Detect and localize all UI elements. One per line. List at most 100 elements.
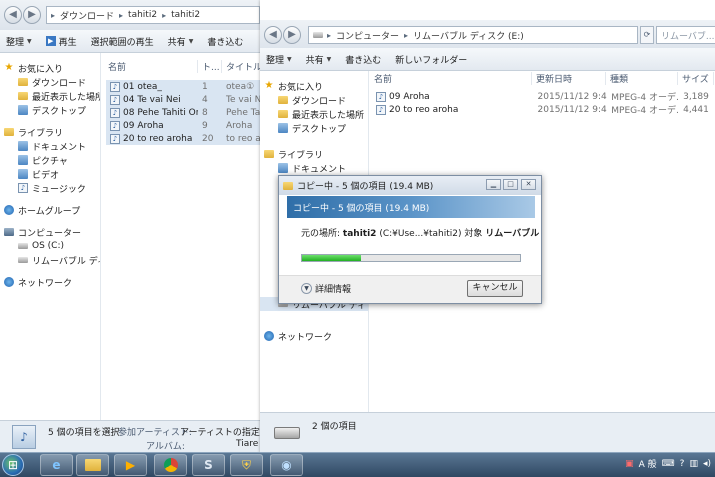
file-row[interactable]: ♪ 20 to reo aroha 2015/11/12 9:40 MPEG-4 … bbox=[372, 103, 715, 116]
column-name[interactable]: 名前 bbox=[104, 59, 198, 73]
forward-button[interactable]: ▶ bbox=[283, 26, 301, 44]
nav-network[interactable]: ネットワーク bbox=[260, 329, 332, 343]
nav-item-documents[interactable]: ドキュメント bbox=[0, 139, 100, 153]
album-value[interactable]: Tiare bbox=[236, 439, 258, 449]
file-row[interactable]: ♪ 09 Aroha 9 Aroha bbox=[106, 119, 262, 132]
nav-computer[interactable]: コンピューター bbox=[0, 225, 100, 239]
nav-favorites[interactable]: ★ お気に入り bbox=[260, 79, 368, 93]
minimize-button[interactable]: ▁ bbox=[486, 179, 501, 190]
file-row[interactable]: ♪ 20 to reo aroha 20 to reo ar bbox=[106, 132, 262, 145]
volume-icon[interactable]: ◂) bbox=[703, 459, 711, 469]
column-modified[interactable]: 更新日時 bbox=[532, 71, 606, 85]
back-button[interactable]: ◀ bbox=[264, 26, 282, 44]
dialog-footer: ▼ 詳細情報 キャンセル bbox=[279, 275, 541, 303]
taskbar-chrome[interactable] bbox=[154, 454, 187, 476]
left-column-headers: 名前 ト... タイトル bbox=[104, 58, 262, 74]
to-name[interactable]: リムーバブル デ... bbox=[485, 229, 541, 239]
back-button[interactable]: ◀ bbox=[4, 6, 22, 24]
nav-item-videos[interactable]: ビデオ bbox=[0, 167, 100, 181]
nav-homegroup[interactable]: ホームグループ bbox=[0, 203, 100, 217]
new-folder-button[interactable]: 新しいフォルダー bbox=[395, 53, 467, 66]
taskbar-internet-explorer[interactable]: e bbox=[40, 454, 73, 476]
burn-button[interactable]: 書き込む bbox=[207, 35, 243, 48]
file-row[interactable]: ♪08 Pehe Tahiti Ora 8 Pehe Tahiti bbox=[106, 106, 262, 119]
file-title: otea① bbox=[226, 81, 255, 92]
search-box[interactable]: リムーバブ... bbox=[656, 26, 715, 44]
file-name: 09 Aroha bbox=[123, 120, 164, 131]
ime-indicator[interactable]: A 般 bbox=[639, 457, 657, 470]
taskbar-security-center[interactable]: ⛨ bbox=[230, 454, 263, 476]
more-details-toggle[interactable]: ▼ 詳細情報 bbox=[301, 282, 351, 295]
from-name[interactable]: tahiti2 bbox=[343, 229, 377, 239]
column-size[interactable]: サイズ bbox=[678, 71, 714, 85]
breadcrumb-downloads[interactable]: ダウンロード bbox=[60, 9, 114, 22]
nav-favorites-label: お気に入り bbox=[278, 82, 324, 93]
file-track: 9 bbox=[202, 120, 208, 131]
file-name: 20 to reo aroha bbox=[389, 104, 459, 115]
nav-item-downloads[interactable]: ダウンロード bbox=[260, 93, 368, 107]
forward-button[interactable]: ▶ bbox=[23, 6, 41, 24]
nav-favorites[interactable]: ★ お気に入り bbox=[0, 61, 100, 75]
taskbar-media-player[interactable]: ▶ bbox=[114, 454, 147, 476]
copy-source-target: 元の場所: tahiti2 (C:¥Use...¥tahiti2) 対象 リムー… bbox=[301, 226, 541, 239]
audio-file-icon: ♪ bbox=[110, 133, 120, 144]
taskbar-copy-progress[interactable]: ◉ bbox=[270, 454, 303, 476]
right-details-pane: 2 個の項目 bbox=[260, 412, 715, 453]
nav-item-music[interactable]: ♪ ミュージック bbox=[0, 181, 100, 195]
nav-item-pictures[interactable]: ピクチャ bbox=[0, 153, 100, 167]
nav-item-removable-disk[interactable]: リムーバブル ディ bbox=[0, 253, 100, 267]
nav-item-recent-places[interactable]: 最近表示した場所 bbox=[0, 89, 100, 103]
dropdown-arrow-icon: ▼ bbox=[188, 37, 194, 45]
play-selection-button[interactable]: 選択範囲の再生 bbox=[91, 35, 154, 48]
column-name[interactable]: 名前 bbox=[370, 71, 532, 85]
nav-libraries[interactable]: ライブラリ bbox=[0, 125, 100, 139]
breadcrumb-removable-disk[interactable]: リムーバブル ディスク (E:) bbox=[413, 29, 524, 42]
close-button[interactable]: ✕ bbox=[521, 179, 536, 190]
share-button[interactable]: 共有 ▼ bbox=[168, 35, 194, 48]
left-toolbar: 整理 ▼ ▶ 再生 選択範囲の再生 共有 ▼ 書き込む bbox=[0, 30, 262, 53]
left-breadcrumb[interactable]: ▸ ダウンロード ▸ tahiti2 ▸ tahiti2 bbox=[46, 6, 260, 24]
breadcrumb-tahiti2-sub[interactable]: tahiti2 bbox=[171, 10, 200, 20]
start-button[interactable]: ⊞ bbox=[2, 454, 24, 476]
cancel-button[interactable]: キャンセル bbox=[467, 280, 523, 297]
nav-item-downloads[interactable]: ダウンロード bbox=[0, 75, 100, 89]
nav-label: 最近表示した場所 bbox=[292, 110, 365, 121]
share-button[interactable]: 共有 ▼ bbox=[306, 53, 332, 66]
nav-item-os-c[interactable]: OS (C:) bbox=[0, 239, 100, 253]
column-title[interactable]: タイトル bbox=[222, 59, 262, 73]
nav-item-recent-places[interactable]: 最近表示した場所 bbox=[260, 107, 368, 121]
nav-label: デスクトップ bbox=[292, 124, 347, 135]
burn-label: 書き込む bbox=[207, 37, 244, 48]
nav-item-desktop[interactable]: デスクトップ bbox=[0, 103, 100, 117]
taskbar-app-s[interactable]: S bbox=[192, 454, 225, 476]
breadcrumb-tahiti2[interactable]: tahiti2 bbox=[128, 10, 157, 20]
file-name-cell: ♪ 20 to reo aroha bbox=[106, 133, 198, 144]
play-selection-label: 選択範囲の再生 bbox=[90, 37, 154, 48]
file-row[interactable]: ♪04 Te vai Nei 4 Te vai Nei bbox=[106, 93, 262, 106]
column-type[interactable]: 種類 bbox=[606, 71, 678, 85]
nav-item-desktop[interactable]: デスクトップ bbox=[260, 121, 368, 135]
taskbar-file-explorer[interactable] bbox=[76, 454, 109, 476]
burn-button[interactable]: 書き込む bbox=[345, 53, 381, 66]
maximize-button[interactable]: □ bbox=[503, 179, 518, 190]
file-row[interactable]: ♪ 09 Aroha 2015/11/12 9:42 MPEG-4 オーデ... … bbox=[372, 90, 715, 103]
nav-libraries[interactable]: ライブラリ bbox=[260, 147, 368, 161]
nav-item-documents[interactable]: ドキュメント bbox=[260, 161, 368, 175]
left-explorer-window: ◀ ▶ ▸ ダウンロード ▸ tahiti2 ▸ tahiti2 整理 ▼ ▶ 再生… bbox=[0, 0, 262, 453]
organize-button[interactable]: 整理 ▼ bbox=[6, 35, 32, 48]
notification-icon[interactable]: ▣ bbox=[625, 459, 634, 469]
drive-icon bbox=[18, 257, 28, 263]
breadcrumb-computer[interactable]: コンピューター bbox=[336, 29, 399, 42]
file-row[interactable]: ♪ 01 otea_ 1 otea① bbox=[106, 80, 262, 93]
play-button[interactable]: ▶ 再生 bbox=[45, 35, 77, 48]
artist-value[interactable]: アーティストの指定 bbox=[180, 425, 260, 438]
nav-network[interactable]: ネットワーク bbox=[0, 275, 100, 289]
right-breadcrumb[interactable]: ▸ コンピューター ▸ リムーバブル ディスク (E:) bbox=[308, 26, 638, 44]
refresh-button[interactable]: ⟳ bbox=[640, 26, 654, 44]
input-method-icon[interactable]: ⌨ bbox=[662, 459, 675, 469]
column-track[interactable]: ト... bbox=[198, 59, 222, 73]
help-icon[interactable]: ? bbox=[680, 459, 685, 469]
organize-button[interactable]: 整理 ▼ bbox=[266, 53, 292, 66]
network-tray-icon[interactable]: ▥ bbox=[689, 459, 698, 469]
nav-label: 最近表示した場所 bbox=[32, 92, 101, 103]
